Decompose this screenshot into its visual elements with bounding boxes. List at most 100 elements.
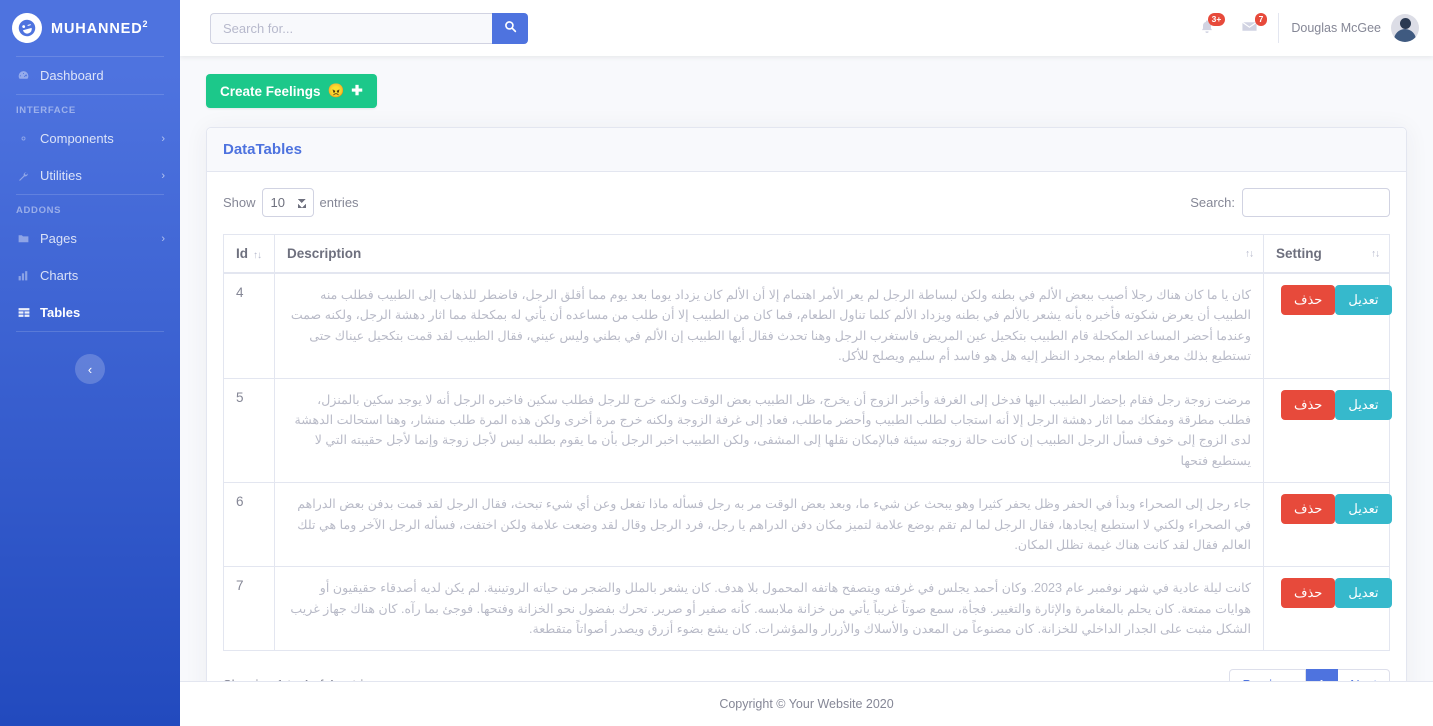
sidebar-item-charts[interactable]: Charts	[0, 257, 180, 294]
create-feelings-label: Create Feelings	[220, 83, 321, 99]
column-header-id[interactable]: Id ↑↓	[223, 234, 275, 274]
cell-id: 4	[223, 272, 275, 379]
delete-button[interactable]: حذف	[1281, 494, 1336, 525]
datatable: Id ↑↓ Description ↑↓ Setting ↑↓ 4 كان يا…	[223, 234, 1392, 652]
edit-button[interactable]: تعديل	[1335, 285, 1392, 315]
show-label: Show	[223, 195, 256, 210]
entries-label: entries	[319, 195, 359, 210]
app-root: MUHANNED2 Dashboard INTERFACE Components…	[0, 0, 1433, 726]
pagination-previous[interactable]: Previous	[1229, 669, 1307, 681]
sidebar-brand-text: MUHANNED2	[51, 19, 148, 37]
messages-button[interactable]: 7	[1228, 7, 1270, 49]
pagination-page-1[interactable]: 1	[1306, 669, 1339, 681]
cell-id: 6	[223, 482, 275, 568]
datatable-footer: Showing 1 to 4 of 4 entries Previous 1 N…	[223, 669, 1390, 681]
sort-icon: ↑↓	[1371, 248, 1380, 259]
chevron-right-icon: ›	[161, 132, 165, 145]
cell-setting: حذف تعديل	[1263, 272, 1392, 379]
delete-button[interactable]: حذف	[1281, 285, 1336, 315]
search-icon	[504, 20, 517, 36]
column-label: Id	[236, 246, 248, 261]
angry-face-icon: 😠	[327, 83, 345, 98]
alerts-badge: 3+	[1207, 13, 1226, 26]
search-input[interactable]	[210, 12, 492, 44]
column-label: Setting	[1276, 246, 1322, 261]
cell-description: جاء رجل إلى الصحراء وبدأ في الحفر وظل يح…	[274, 482, 1264, 568]
sidebar-item-label: Pages	[40, 231, 77, 246]
main-content: Create Feelings 😠 ✚ DataTables Show 10 2…	[180, 56, 1433, 681]
sidebar-item-dashboard[interactable]: Dashboard	[0, 57, 180, 94]
tachometer-icon	[16, 69, 31, 83]
column-header-setting[interactable]: Setting ↑↓	[1263, 234, 1390, 274]
cell-description: كانت ليلة عادية في شهر نوفمبر عام 2023. …	[274, 566, 1264, 652]
avatar	[1391, 14, 1419, 42]
avatar-head	[1399, 18, 1411, 29]
card-body: Show 10 25 50 100 entries Search:	[207, 172, 1406, 681]
avatar-body	[1394, 29, 1416, 42]
copyright-text: Copyright © Your Website 2020	[719, 697, 894, 711]
cell-id: 5	[223, 377, 275, 484]
topbar-right: 3+ 7 Douglas McGee	[1186, 7, 1419, 49]
entries-select[interactable]: 10 25 50 100	[261, 188, 314, 217]
datatable-search-input[interactable]	[1242, 188, 1390, 217]
sidebar-heading-interface: INTERFACE	[16, 105, 76, 116]
sidebar: MUHANNED2 Dashboard INTERFACE Components…	[0, 0, 180, 726]
pagination: Previous 1 Next	[1229, 669, 1390, 681]
brand-name: MUHANNED	[51, 20, 143, 37]
sidebar-brand[interactable]: MUHANNED2	[0, 0, 180, 56]
datatable-toolbar: Show 10 25 50 100 entries Search:	[223, 188, 1390, 217]
create-feelings-button[interactable]: Create Feelings 😠 ✚	[206, 74, 377, 108]
datatable-head: Id ↑↓ Description ↑↓ Setting ↑↓	[223, 234, 1390, 274]
user-menu[interactable]: Douglas McGee	[1291, 14, 1419, 42]
chevron-right-icon: ›	[161, 232, 165, 245]
sidebar-item-tables[interactable]: Tables	[0, 294, 180, 331]
topbar: 3+ 7 Douglas McGee	[180, 0, 1433, 56]
datatables-card: DataTables Show 10 25 50 100 entrie	[206, 127, 1407, 681]
plus-icon: ✚	[351, 83, 363, 98]
sidebar-item-label: Components	[40, 131, 114, 146]
sidebar-item-label: Dashboard	[40, 68, 104, 83]
wrench-icon	[16, 169, 31, 183]
table-icon	[16, 306, 31, 320]
card-header: DataTables	[207, 128, 1406, 172]
cell-setting: حذف تعديل	[1263, 377, 1392, 484]
edit-button[interactable]: تعديل	[1335, 494, 1392, 525]
user-name: Douglas McGee	[1291, 21, 1381, 35]
sidebar-toggle-wrap: ‹	[0, 354, 180, 384]
cell-id: 7	[223, 566, 275, 652]
chevron-right-icon: ›	[161, 169, 165, 182]
brand-superscript: 2	[142, 19, 149, 30]
smiley-wink-icon	[8, 9, 46, 47]
datatable-body: 4 كان يا ما كان هناك رجلا أصيب ببعض الأل…	[223, 272, 1392, 652]
delete-button[interactable]: حذف	[1281, 578, 1336, 609]
topbar-divider	[1278, 13, 1280, 43]
column-header-description[interactable]: Description ↑↓	[274, 234, 1264, 274]
cell-description: كان يا ما كان هناك رجلا أصيب ببعض الألم …	[274, 272, 1264, 379]
page-title: DataTables	[223, 141, 302, 158]
cell-setting: حذف تعديل	[1263, 482, 1392, 568]
column-label: Description	[287, 246, 362, 261]
table-row: 4 كان يا ما كان هناك رجلا أصيب ببعض الأل…	[223, 272, 1392, 379]
sidebar-heading-addons: ADDONS	[16, 205, 62, 216]
cog-icon	[16, 132, 31, 146]
search-button[interactable]	[492, 12, 528, 44]
sidebar-toggle-button[interactable]: ‹	[75, 354, 105, 384]
table-header-row: Id ↑↓ Description ↑↓ Setting ↑↓	[223, 234, 1390, 274]
alerts-button[interactable]: 3+	[1186, 7, 1228, 49]
sort-icon: ↑↓	[1245, 248, 1254, 259]
sidebar-item-label: Utilities	[40, 168, 82, 183]
cell-setting: حذف تعديل	[1263, 566, 1392, 652]
pagination-next[interactable]: Next	[1338, 669, 1390, 681]
messages-badge: 7	[1254, 13, 1268, 26]
content-wrapper: 3+ 7 Douglas McGee	[180, 0, 1433, 726]
sidebar-item-components[interactable]: Components ›	[0, 120, 180, 157]
sidebar-item-label: Charts	[40, 268, 79, 283]
footer: Copyright © Your Website 2020	[180, 681, 1433, 726]
delete-button[interactable]: حذف	[1281, 389, 1336, 420]
edit-button[interactable]: تعديل	[1335, 578, 1392, 609]
sidebar-item-pages[interactable]: Pages ›	[0, 220, 180, 257]
sidebar-item-utilities[interactable]: Utilities ›	[0, 157, 180, 194]
sidebar-divider-4	[16, 331, 164, 332]
edit-button[interactable]: تعديل	[1335, 389, 1392, 420]
search-form	[210, 12, 528, 44]
